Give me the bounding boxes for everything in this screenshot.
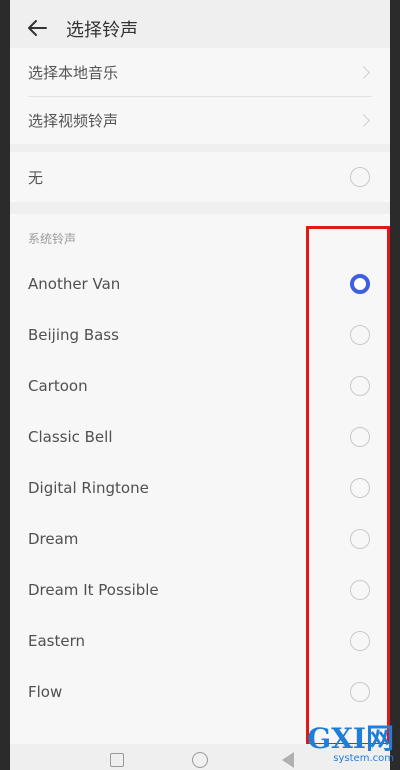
ringtone-label: Beijing Bass xyxy=(28,326,119,344)
watermark: GXI网 system.com xyxy=(307,722,394,765)
local-music-item[interactable]: 选择本地音乐 xyxy=(10,52,390,92)
radio-button[interactable] xyxy=(350,580,370,600)
none-option[interactable]: 无 xyxy=(10,157,390,197)
none-label: 无 xyxy=(28,168,44,187)
chevron-right-icon xyxy=(357,65,370,79)
ringtone-item[interactable]: Classic Bell xyxy=(10,417,390,457)
radio-button[interactable] xyxy=(350,478,370,498)
divider xyxy=(28,96,372,97)
ringtone-label: Digital Ringtone xyxy=(28,479,149,497)
radio-button[interactable] xyxy=(350,427,370,447)
local-music-label: 选择本地音乐 xyxy=(28,63,119,82)
radio-button[interactable] xyxy=(350,529,370,549)
home-icon[interactable] xyxy=(192,752,208,768)
section-label: 系统铃声 xyxy=(28,232,77,246)
radio-button[interactable] xyxy=(350,631,370,651)
none-card: 无 xyxy=(10,152,390,202)
ringtone-item[interactable]: Dream xyxy=(10,519,390,559)
ringtone-item[interactable]: Eastern xyxy=(10,621,390,661)
radio-button[interactable] xyxy=(350,325,370,345)
ringtone-item[interactable]: Digital Ringtone xyxy=(10,468,390,508)
ringtone-label: Flow xyxy=(28,683,63,701)
page-title: 选择铃声 xyxy=(66,20,138,41)
local-options-card: 选择本地音乐 选择视频铃声 xyxy=(10,48,390,144)
radio-button[interactable] xyxy=(350,376,370,396)
ringtone-item[interactable]: Another Van xyxy=(10,264,390,304)
chevron-right-icon xyxy=(357,113,370,127)
ringtone-item[interactable]: Dream It Possible xyxy=(10,570,390,610)
ringtone-item[interactable]: Flow xyxy=(10,672,390,712)
ringtone-label: Dream It Possible xyxy=(28,581,159,599)
ringtone-screen: 选择铃声 选择本地音乐 选择视频铃声 无 系统铃声 Another Van Bei… xyxy=(10,0,390,770)
ringtone-label: Another Van xyxy=(28,275,121,293)
ringtone-label: Eastern xyxy=(28,632,86,650)
recent-apps-icon[interactable] xyxy=(110,753,124,767)
radio-none[interactable] xyxy=(350,167,370,187)
back-nav-icon[interactable] xyxy=(282,752,294,768)
video-ringtone-label: 选择视频铃声 xyxy=(28,111,119,130)
ringtone-item[interactable]: Beijing Bass xyxy=(10,315,390,355)
ringtone-label: Classic Bell xyxy=(28,428,113,446)
watermark-logo: GXI网 xyxy=(307,722,394,755)
ringtone-label: Dream xyxy=(28,530,79,548)
system-ringtones-card: 系统铃声 Another Van Beijing Bass Cartoon Class… xyxy=(10,214,390,770)
ringtone-item[interactable]: Cartoon xyxy=(10,366,390,406)
back-arrow-icon[interactable] xyxy=(26,17,48,39)
ringtone-label: Cartoon xyxy=(28,377,88,395)
radio-selected[interactable] xyxy=(350,274,370,294)
video-ringtone-item[interactable]: 选择视频铃声 xyxy=(10,100,390,140)
radio-button[interactable] xyxy=(350,682,370,702)
